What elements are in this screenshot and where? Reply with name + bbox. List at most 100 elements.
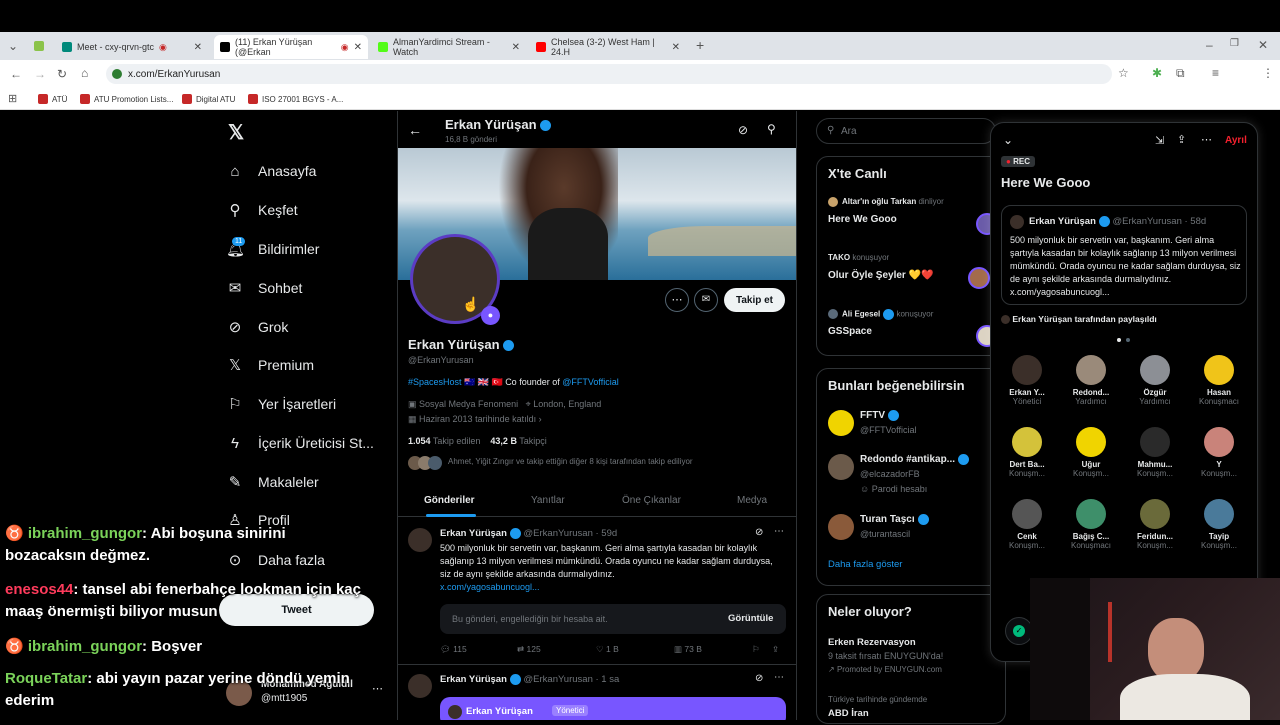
views-action[interactable]: ▥ 73 B [674,644,702,655]
speaker[interactable]: Y Konuşm... [1191,427,1247,478]
url-field[interactable]: x.com/ErkanYurusan [106,64,1112,84]
forward-icon[interactable]: → [34,67,46,81]
view-button[interactable]: Görüntüle [728,613,773,624]
apps-grid-icon[interactable]: ⊞ [8,92,17,105]
show-more-link[interactable]: Daha fazla göster [828,559,902,570]
more-icon[interactable]: ⋯ [774,672,784,683]
nav-messages[interactable]: ✉ Sohbet [226,273,303,303]
bookmark-item[interactable]: ATU Promotion Lists... [80,94,173,104]
x-logo-icon[interactable]: 𝕏 [228,120,244,145]
tab-list-icon[interactable]: ⌄ [8,39,18,53]
nav-premium[interactable]: 𝕏 Premium [226,350,314,380]
suggestion-item[interactable]: Redondo #antikap... @elcazadorFB ☺ Parod… [828,453,1006,499]
tab-x-profile[interactable]: (11) Erkan Yürüşan (@Erkan ◉ ✕ [214,35,368,59]
reply-action[interactable]: 💬︎ 115 [440,644,467,655]
search-box[interactable]: ⚲ Ara [816,118,996,144]
message-icon[interactable]: ✉ [694,288,718,312]
nav-articles[interactable]: ✎ Makaleler [226,467,319,497]
bookmark-star-icon[interactable]: ☆ [1118,66,1129,80]
speaker[interactable]: Cenk Konuşm... [999,499,1055,550]
nav-home[interactable]: ⌂ Anasayfa [226,156,316,186]
post[interactable]: Erkan Yürüşan @ErkanYurusan · 1 sa ⊘ ⋯ E… [398,666,796,720]
chevron-down-icon[interactable]: ⌄ [1003,133,1013,147]
extension-icon[interactable] [34,41,44,51]
grok-icon[interactable]: ⊘ [738,123,748,137]
home-icon[interactable]: ⌂ [81,66,88,80]
close-icon[interactable]: ✕ [672,42,680,53]
puzzle-icon[interactable]: ⧉ [1176,66,1185,81]
new-tab-icon[interactable]: + [696,37,704,53]
close-icon[interactable]: ✕ [354,42,362,53]
nav-explore[interactable]: ⚲ Keşfet [226,195,298,225]
tab-youtube[interactable]: Chelsea (3-2) West Ham | 24.H ✕ [530,35,686,59]
share-icon[interactable]: ⇪ [772,644,779,655]
trend-item[interactable]: Erken Rezervasyon 9 taksit fırsatı ENUYG… [828,637,1003,679]
bookmark-item[interactable]: ATÜ [38,94,67,104]
minimize-icon[interactable]: – [1206,38,1213,52]
leave-button[interactable]: Ayrıl [1225,135,1247,146]
close-icon[interactable]: ✕ [194,42,202,53]
share-icon[interactable]: ⇪ [1177,133,1186,146]
tab-kick[interactable]: AlmanYardimci Stream - Watch ✕ [372,35,526,59]
bookmark-item[interactable]: ISO 27001 BGYS - A... [248,94,343,104]
minimize-dock-icon[interactable]: ⇲ [1155,134,1164,147]
post-link[interactable]: x.com/yagosabuncuogl... [440,582,540,592]
speaker[interactable]: Redond... Yardımcı [1063,355,1119,406]
site-info-icon[interactable] [112,69,122,79]
window-close-icon[interactable]: ✕ [1258,38,1268,52]
tab-highlights[interactable]: Öne Çıkanlar [622,495,681,506]
avatar[interactable] [408,674,432,698]
mic-request-button[interactable]: ✓ [1005,617,1033,645]
nav-grok[interactable]: ⊘ Grok [226,312,289,342]
page-dot[interactable] [1126,338,1130,342]
extension-icon[interactable]: ✱ [1152,66,1162,80]
bookmark-item[interactable]: Digital ATU [182,94,235,104]
nav-bookmarks[interactable]: ⚐ Yer İşaretleri [226,389,336,419]
hashtag-link[interactable]: #SpacesHost [408,377,462,387]
menu-icon[interactable]: ⋮ [1262,66,1274,80]
pinned-post[interactable]: Erkan Yürüşan @ErkanYurusan · 58d 500 mi… [1001,205,1247,305]
live-item[interactable]: Ali Egesel konuşuyor GSSpace [828,309,1003,354]
close-icon[interactable]: ✕ [512,42,520,53]
tab-replies[interactable]: Yanıtlar [531,495,565,506]
live-item[interactable]: Altar'ın oğlu Tarkan dinliyor Here We Go… [828,197,1003,242]
speaker[interactable]: Mahmu... Konuşm... [1127,427,1183,478]
space-card[interactable]: Erkan Yürüşan Yönetici [440,697,786,720]
page-dot[interactable] [1117,338,1121,342]
avatar[interactable] [408,528,432,552]
speaker[interactable]: Erkan Y... Yönetici [999,355,1055,406]
grok-icon[interactable]: ⊘ [755,673,763,684]
speaker[interactable]: Hasan Konuşmacı [1191,355,1247,406]
more-icon[interactable]: ⋯ [665,288,689,312]
media-icon[interactable]: ≡ [1212,66,1219,80]
speaker[interactable]: Özgür Yardımcı [1127,355,1183,406]
suggestion-item[interactable]: FFTV @FFTVofficial [828,409,1006,443]
tab-media[interactable]: Medya [737,495,767,506]
suggestion-item[interactable]: Turan Taşcı @turantascil [828,513,1006,547]
tab-meet[interactable]: Meet - cxy-qrvn-gtc ◉ ✕ [56,35,208,59]
grok-icon[interactable]: ⊘ [755,527,763,538]
like-action[interactable]: ♡ 1 B [596,644,619,655]
maximize-icon[interactable]: ❐ [1230,38,1239,49]
reload-icon[interactable]: ↻ [57,67,67,81]
back-icon[interactable]: ← [10,67,22,81]
followed-by-text[interactable]: Ahmet, Yiğit Zıngır ve takip ettiğin diğ… [448,457,693,466]
speaker[interactable]: Feridun... Konuşm... [1127,499,1183,550]
more-icon[interactable]: ⋯ [1201,133,1212,146]
nav-creator-studio[interactable]: ϟ İçerik Üreticisi St... [226,428,374,458]
back-arrow-icon[interactable]: ← [408,122,422,138]
speaker[interactable]: Uğur Konuşm... [1063,427,1119,478]
trend-item[interactable]: Türkiye tarihinde gündemde ABD İran [828,695,1003,725]
speaker[interactable]: Dert Ba... Konuşm... [999,427,1055,478]
more-icon[interactable]: ⋯ [774,526,784,537]
speaker[interactable]: Bağış C... Konuşmacı [1063,499,1119,550]
tab-posts[interactable]: Gönderiler [424,495,475,506]
follow-button[interactable]: Takip et [724,288,785,312]
mention-link[interactable]: @FFTVofficial [562,377,618,387]
speaker[interactable]: Tayip Konuşm... [1191,499,1247,550]
post[interactable]: Erkan Yürüşan @ErkanYurusan · 59d ⊘ ⋯ 50… [398,518,796,665]
bookmark-icon[interactable]: ⚐ [752,644,760,655]
search-icon[interactable]: ⚲ [767,122,776,136]
retweet-action[interactable]: ⇄ 125 [517,644,541,655]
live-item[interactable]: TAKO konuşuyor Olur Öyle Şeyler 💛❤️ [828,253,1003,298]
